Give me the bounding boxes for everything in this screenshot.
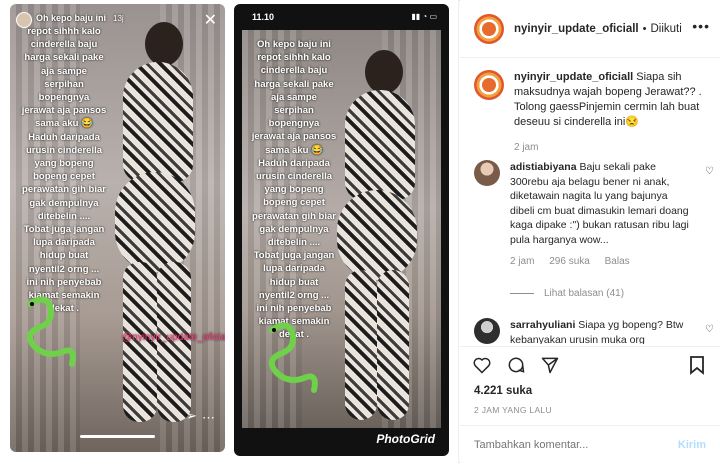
post-time-ago: 2 JAM YANG LALU [474,405,552,415]
avatar[interactable] [474,13,504,44]
comment-text: Baju sekali pake 300rebu aja belagu bene… [510,161,689,246]
view-replies-label[interactable]: Lihat balasan (41) [544,288,624,299]
view-replies[interactable]: Lihat balasan (41) [510,288,624,299]
post-actions: 4.221 suka 2 JAM YANG LALU Kirim [460,346,720,463]
add-comment-bar: Kirim [460,425,720,464]
photogrid-watermark: PhotoGrid [376,432,435,446]
status-time: 11.10 [252,12,275,22]
snake-sticker [26,296,76,367]
heart-icon[interactable] [472,355,492,375]
bookmark-icon[interactable] [688,355,706,375]
close-icon[interactable]: ✕ [204,10,217,30]
snake-sticker [268,322,318,393]
comment-likes[interactable]: 296 suka [549,256,590,267]
caption: nyinyir_update_oficiall Siapa sih maksud… [474,70,714,155]
follow-status-button[interactable]: Diikuti [650,23,681,35]
watermark: @nyinyir_update_oficiall [122,332,225,343]
send-icon[interactable]: ➢ [186,408,197,424]
story-text: Oh kepo baju ini repot sihhh kalo cinder… [251,39,337,341]
story-screenshot-right: 11.10 ▮▮ ◔ ▭ Oh kepo baju ini repot sihh… [234,4,449,456]
post-header: nyinyir_update_oficiall • Diikuti ••• [460,0,720,58]
like-count[interactable]: 4.221 suka [474,385,532,397]
story-header-text: Oh kepo baju ini [36,13,107,23]
story-screenshot-left: Oh kepo baju ini 13j ✕ repot sihhh kalo … [10,4,225,452]
caption-time: 2 jam [514,142,539,153]
comment-heart-icon[interactable]: ♡ [705,166,714,177]
comment-time: 2 jam [510,256,535,267]
avatar[interactable] [474,160,500,186]
comment-username[interactable]: adistiabiyana [510,161,577,173]
post-comment-button[interactable]: Kirim [678,439,706,451]
person-figure [327,50,437,420]
post-media[interactable]: Oh kepo baju ini 13j ✕ repot sihhh kalo … [0,0,459,463]
comment-item: adistiabiyana Baju sekali pake 300rebu a… [474,160,714,270]
reply-button[interactable]: Balas [605,256,630,267]
more-icon[interactable]: ⋯ [202,410,215,426]
avatar[interactable] [474,70,504,100]
more-options-icon[interactable]: ••• [692,18,710,34]
avatar[interactable] [474,318,500,344]
comment-heart-icon[interactable]: ♡ [705,324,714,335]
story-screen: Oh kepo baju ini repot sihhh kalo cinder… [242,30,441,428]
status-icons: ▮▮ ◔ ▭ [411,12,437,21]
header-username[interactable]: nyinyir_update_oficiall [514,23,639,35]
comment-item: sarrahyuliani Siapa yg bopeng? Btw keban… [474,318,714,344]
comment-username[interactable]: sarrahyuliani [510,319,575,331]
person-figure [105,22,215,442]
share-icon[interactable] [540,355,560,375]
story-timestamp: 13j [113,14,124,23]
story-text: repot sihhh kalo cinderella baju harga s… [21,26,107,315]
post-panel: nyinyir_update_oficiall • Diikuti ••• ny… [460,0,720,463]
comment-input[interactable] [474,439,678,451]
comment-icon[interactable] [506,355,526,375]
separator-dot: • [642,22,647,35]
caption-username[interactable]: nyinyir_update_oficiall [514,71,633,83]
story-progress [80,435,155,438]
